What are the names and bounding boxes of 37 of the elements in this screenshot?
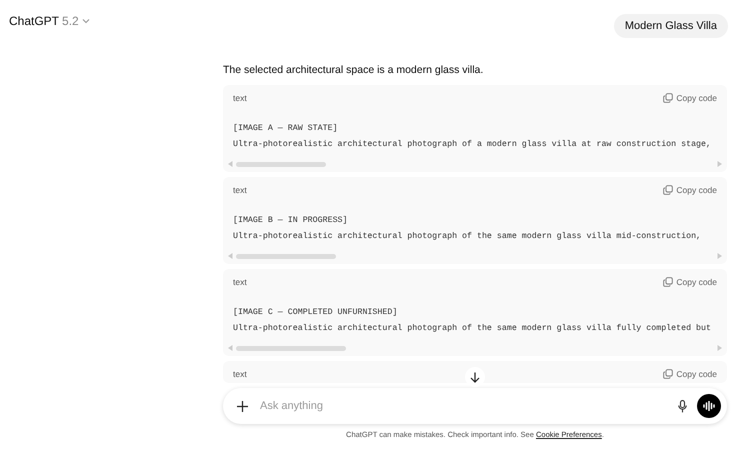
language-label: text	[233, 369, 247, 379]
microphone-icon[interactable]	[678, 400, 687, 412]
scroll-left-icon[interactable]	[228, 345, 233, 351]
model-selector[interactable]: ChatGPT 5.2	[9, 14, 90, 28]
scrollbar-thumb[interactable]	[236, 346, 346, 350]
scrollbar-thumb[interactable]	[236, 162, 326, 166]
voice-mode-button[interactable]	[697, 394, 721, 418]
copy-icon	[663, 185, 674, 195]
copy-code-button[interactable]: Copy code	[663, 277, 717, 287]
arrow-down-icon	[470, 372, 480, 382]
copy-icon	[663, 93, 674, 103]
copy-icon	[663, 277, 674, 287]
copy-code-button[interactable]: Copy code	[663, 93, 717, 103]
scroll-left-icon[interactable]	[228, 161, 233, 167]
code-line: [IMAGE A — RAW STATE]	[233, 123, 338, 135]
scrollbar-thumb[interactable]	[236, 254, 336, 258]
scroll-right-icon[interactable]	[717, 253, 722, 259]
chat-title[interactable]: Modern Glass Villa	[614, 14, 728, 38]
copy-code-button[interactable]: Copy code	[663, 185, 717, 195]
scroll-right-icon[interactable]	[717, 345, 722, 351]
scroll-left-icon[interactable]	[228, 253, 233, 259]
copy-code-button[interactable]: Copy code	[663, 369, 717, 379]
code-line: [IMAGE B — IN PROGRESS]	[233, 215, 348, 227]
copy-icon	[663, 369, 674, 379]
chevron-down-icon	[82, 18, 90, 24]
code-line: Ultra-photorealistic architectural photograph of the same modern glass villa fully completed but	[233, 323, 711, 335]
code-line: Ultra-photorealistic architectural photograph of a modern glass villa at raw construction stage,	[233, 139, 711, 151]
message-text: The selected architectural space is a modern glass villa.	[223, 64, 484, 76]
language-label: text	[233, 93, 247, 103]
waveform-icon	[703, 401, 715, 411]
message-input[interactable]: Ask anything	[258, 399, 668, 413]
plus-icon[interactable]	[237, 400, 248, 412]
scroll-right-icon[interactable]	[717, 161, 722, 167]
code-line: [IMAGE C — COMPLETED UNFURNISHED]	[233, 307, 398, 319]
code-line: Ultra-photorealistic architectural photograph of the same modern glass villa mid-construction,	[233, 231, 702, 243]
language-label: text	[233, 277, 247, 287]
language-label: text	[233, 185, 247, 195]
